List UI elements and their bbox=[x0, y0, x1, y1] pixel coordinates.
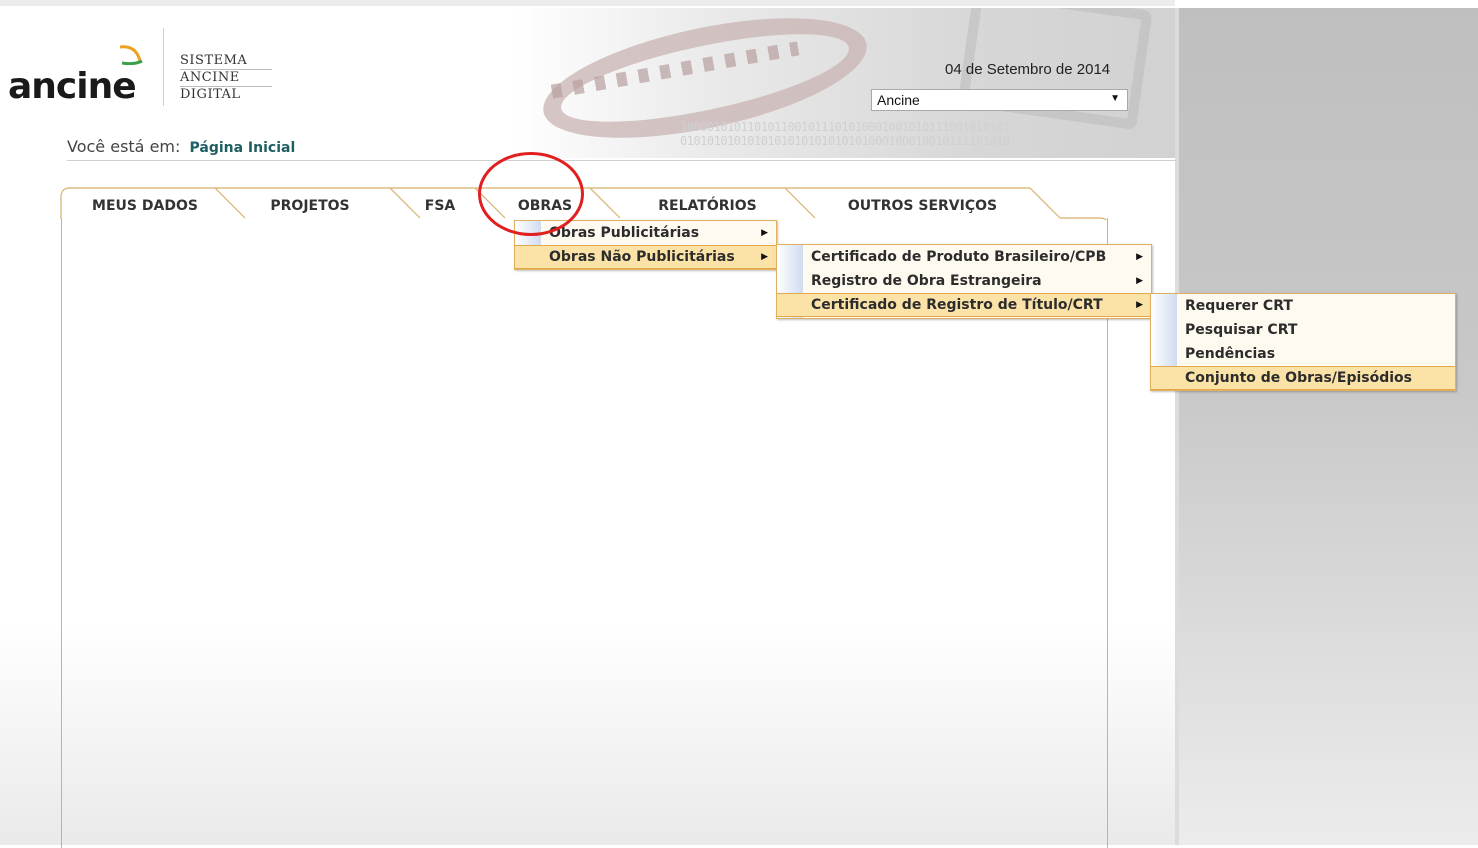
caret-right-icon: ▶ bbox=[761, 228, 768, 238]
logo-divider bbox=[163, 28, 164, 106]
caret-right-icon: ▶ bbox=[1136, 300, 1143, 310]
right-panel-edge bbox=[1175, 8, 1179, 845]
chevron-down-icon: ▼ bbox=[1110, 93, 1120, 104]
obras-nao-publicitarias-submenu: Certificado de Produto Brasileiro/CPB ▶ R… bbox=[776, 244, 1152, 319]
tab-fsa[interactable]: FSA bbox=[400, 187, 480, 219]
main-tab-bar: MEUS DADOS PROJETOS FSA OBRAS RELATÓRIOS… bbox=[60, 187, 1110, 219]
logo-swoosh-icon bbox=[119, 45, 143, 65]
organization-select-value: Ancine bbox=[877, 92, 920, 108]
right-background-panel bbox=[1175, 8, 1478, 845]
tab-projetos[interactable]: PROJETOS bbox=[230, 187, 390, 219]
tab-outros-servicos[interactable]: OUTROS SERVIÇOS bbox=[800, 187, 1045, 219]
annotation-circle bbox=[478, 152, 584, 236]
menu-item-conjunto-obras-episodios[interactable]: Conjunto de Obras/Episódios bbox=[1151, 366, 1455, 390]
organization-select[interactable]: Ancine ▼ bbox=[871, 89, 1128, 111]
tab-relatorios[interactable]: RELATÓRIOS bbox=[620, 187, 795, 219]
menu-item-pendencias[interactable]: Pendências bbox=[1151, 342, 1455, 366]
menu-item-requerer-crt[interactable]: Requerer CRT bbox=[1151, 294, 1455, 318]
caret-right-icon: ▶ bbox=[761, 252, 768, 262]
menu-item-pesquisar-crt[interactable]: Pesquisar CRT bbox=[1151, 318, 1455, 342]
ancine-logo[interactable]: ancine bbox=[8, 66, 137, 107]
breadcrumb: Você está em: Página Inicial bbox=[67, 137, 1177, 161]
header-banner: 1000010101101011001011101010001001010111… bbox=[510, 8, 1175, 158]
breadcrumb-label: Você está em: bbox=[67, 137, 181, 156]
caret-right-icon: ▶ bbox=[1136, 276, 1143, 286]
tab-meus-dados[interactable]: MEUS DADOS bbox=[60, 187, 230, 219]
logo-subtitle: SISTEMA ANCINE DIGITAL bbox=[180, 53, 272, 103]
menu-item-registro-obra-estrangeira[interactable]: Registro de Obra Estrangeira ▶ bbox=[777, 269, 1151, 293]
current-date: 04 de Setembro de 2014 bbox=[945, 61, 1111, 78]
menu-item-obras-nao-publicitarias[interactable]: Obras Não Publicitárias ▶ bbox=[515, 245, 776, 269]
menu-item-cpb[interactable]: Certificado de Produto Brasileiro/CPB ▶ bbox=[777, 245, 1151, 269]
menu-item-crt[interactable]: Certificado de Registro de Título/CRT ▶ bbox=[777, 293, 1151, 317]
breadcrumb-current[interactable]: Página Inicial bbox=[189, 140, 295, 156]
caret-right-icon: ▶ bbox=[1136, 252, 1143, 262]
crt-submenu: Requerer CRT Pesquisar CRT Pendências Co… bbox=[1150, 293, 1456, 391]
